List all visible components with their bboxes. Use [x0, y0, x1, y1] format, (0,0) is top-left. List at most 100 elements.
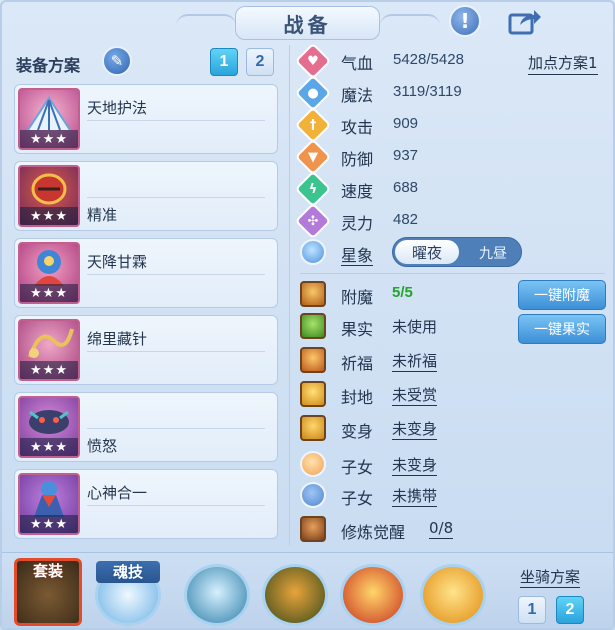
star-rating: ★★★ [20, 361, 78, 379]
title-ornament-right [380, 14, 440, 28]
extra-label: 果实 [341, 320, 374, 339]
star-sign-toggle[interactable]: 曜夜 九昼 [392, 237, 522, 267]
skill-slot-1-icon[interactable] [184, 564, 250, 626]
transform-icon [300, 415, 326, 441]
stat-row-hp: ♥ 气血 5428/5428 [294, 42, 610, 80]
extra-value[interactable]: 0/8 [429, 519, 454, 539]
extra-value: 5/5 [392, 284, 413, 301]
equipment-card-6[interactable]: ★★★ 心神合一 [14, 469, 278, 539]
suit-label: 套装 [32, 562, 63, 580]
fief-icon [300, 381, 326, 407]
stat-row-speed: ϟ 速度 688 [294, 170, 610, 208]
divider [87, 274, 265, 275]
divider [87, 197, 265, 198]
paw-icon [300, 482, 326, 508]
equipment-scheme-1-button[interactable]: 1 [210, 48, 238, 76]
stat-value: 688 [393, 179, 419, 196]
skill-slot-2-icon[interactable] [262, 564, 328, 626]
mount-scheme-2-button[interactable]: 2 [556, 596, 584, 624]
equipment-scheme-2-button[interactable]: 2 [246, 48, 274, 76]
stat-row-mp: ● 魔法 3119/3119 [294, 74, 610, 112]
exclamation-icon[interactable]: ! [449, 5, 481, 37]
extra-row-cultivation: 修炼觉醒 0/8 [300, 516, 610, 544]
equipment-card-2[interactable]: ★★★ 精准 [14, 161, 278, 231]
skill-slot-4-icon[interactable] [420, 564, 486, 626]
extra-value[interactable]: 未变身 [392, 418, 438, 440]
star-rating: ★★★ [20, 438, 78, 456]
stat-label: 灵力 [341, 214, 374, 233]
stat-label: 防御 [341, 150, 374, 169]
blessing-icon [300, 347, 326, 373]
divider [87, 505, 265, 506]
extra-row-fief: 封地 未受赏 [300, 381, 610, 409]
toggle-option-night[interactable]: 曜夜 [395, 240, 459, 264]
equipment-name: 精准 [87, 206, 118, 224]
extra-row-child-1: 子女 未变身 [300, 451, 610, 479]
needle-icon: ★★★ [18, 319, 80, 381]
equipment-card-1[interactable]: ★★★ 天地护法 [14, 84, 278, 154]
star-rating: ★★★ [20, 284, 78, 302]
equipment-name: 绵里藏针 [87, 330, 148, 348]
one-click-enchant-button[interactable]: 一键附魔 [518, 280, 606, 310]
skill-slot-3-icon[interactable] [340, 564, 406, 626]
extra-value[interactable]: 未祈福 [392, 350, 438, 372]
stat-value: 5428/5428 [393, 51, 464, 68]
extra-value[interactable]: 未携带 [392, 485, 438, 507]
child-icon [300, 451, 326, 477]
extra-label: 子女 [341, 489, 374, 508]
equipment-name: 天降甘霖 [87, 253, 148, 271]
toggle-option-day[interactable]: 九昼 [479, 243, 507, 263]
stat-value: 482 [393, 211, 419, 228]
star-rating: ★★★ [20, 515, 78, 533]
mage-icon: ★★★ [18, 473, 80, 535]
extra-label: 修炼觉醒 [341, 523, 406, 542]
enchant-icon [300, 281, 326, 307]
extra-label: 附魔 [341, 288, 374, 307]
extra-label: 祈福 [341, 354, 374, 373]
stat-label: 速度 [341, 182, 374, 201]
fan-icon: ★★★ [18, 88, 80, 150]
extra-value: 未使用 [392, 318, 438, 336]
equipment-name: 愤怒 [87, 437, 118, 455]
stat-row-attack: † 攻击 909 [294, 106, 610, 144]
divider [87, 120, 265, 121]
mount-scheme-1-button[interactable]: 1 [518, 596, 546, 624]
stat-label: 气血 [341, 54, 374, 73]
extra-value[interactable]: 未受赏 [392, 384, 438, 406]
extra-value[interactable]: 未变身 [392, 454, 438, 476]
mount-scheme-label: 坐骑方案 [520, 568, 581, 588]
equipment-name: 心神合一 [87, 484, 148, 502]
cultivation-icon [300, 516, 326, 542]
equipment-scheme-label: 装备方案 [16, 56, 81, 75]
section-divider [300, 273, 605, 274]
equipment-card-3[interactable]: ★★★ 天降甘霖 [14, 238, 278, 308]
extra-label: 变身 [341, 422, 374, 441]
title-ornament-left [176, 14, 236, 28]
panel-divider [289, 45, 290, 545]
soul-skill-label: 魂技 [96, 561, 160, 583]
equipment-card-5[interactable]: ★★★ 愤怒 [14, 392, 278, 462]
edit-pen-icon[interactable]: ✎ [102, 46, 132, 76]
share-icon[interactable] [506, 6, 544, 36]
stat-label: 攻击 [341, 118, 374, 137]
stat-value: 937 [393, 147, 419, 164]
extra-row-child-2: 子女 未携带 [300, 482, 610, 510]
divider [87, 428, 265, 429]
extra-row-transform: 变身 未变身 [300, 415, 610, 443]
stat-value: 3119/3119 [393, 83, 462, 100]
stat-value: 909 [393, 115, 419, 132]
extra-label: 子女 [341, 458, 374, 477]
warrior-icon: ★★★ [18, 242, 80, 304]
divider [87, 351, 265, 352]
star-rating: ★★★ [20, 207, 78, 225]
stat-row-defense: ▼ 防御 937 [294, 138, 610, 176]
star-rating: ★★★ [20, 130, 78, 148]
beast-icon: ★★★ [18, 396, 80, 458]
fruit-icon [300, 313, 326, 339]
claw-icon: ★★★ [18, 165, 80, 227]
one-click-fruit-button[interactable]: 一键果实 [518, 314, 606, 344]
equipment-card-4[interactable]: ★★★ 绵里藏针 [14, 315, 278, 385]
equipment-name: 天地护法 [87, 99, 148, 117]
star-sign-label[interactable]: 星象 [341, 242, 374, 266]
page-title: 战备 [235, 6, 380, 40]
